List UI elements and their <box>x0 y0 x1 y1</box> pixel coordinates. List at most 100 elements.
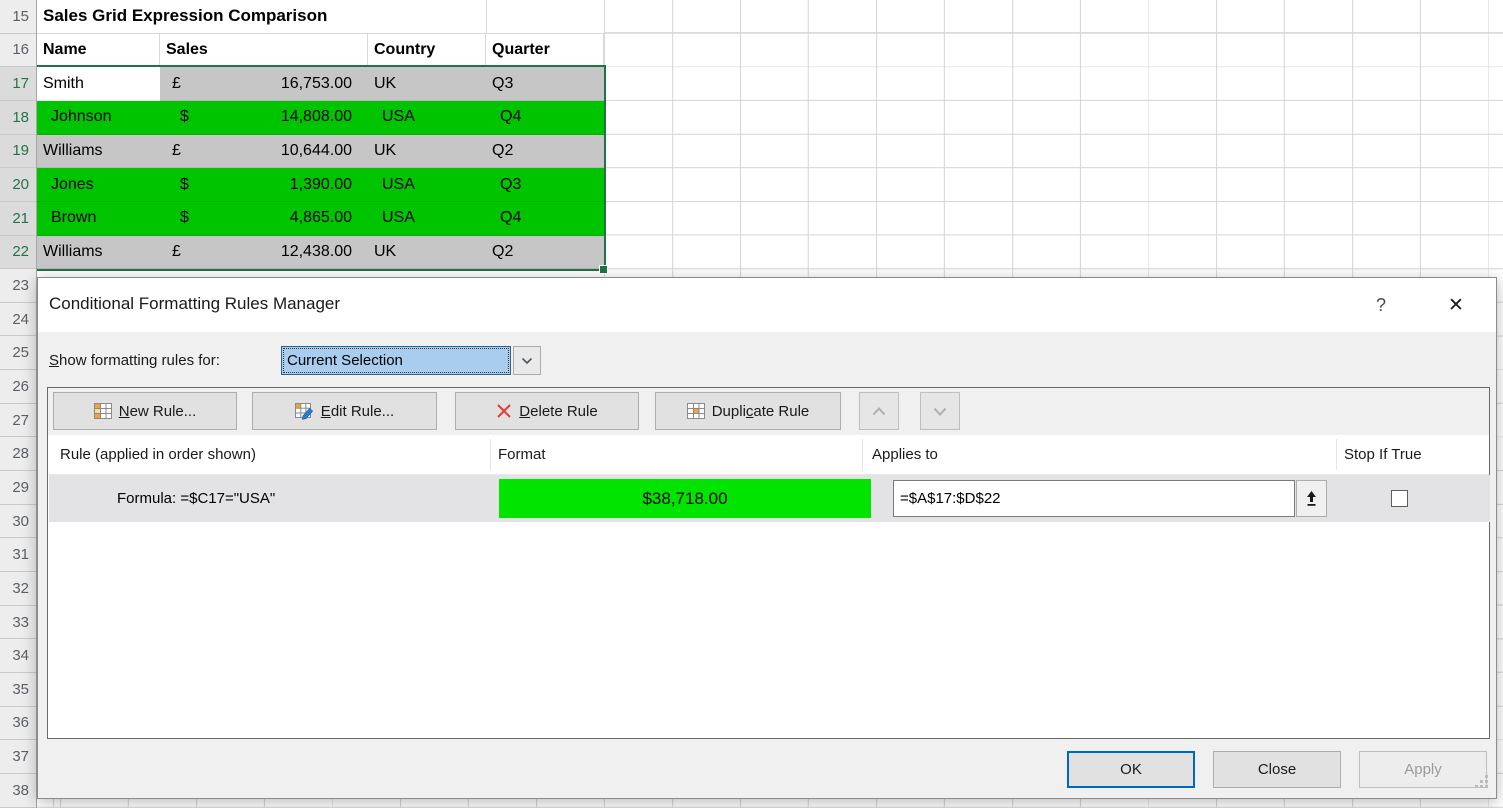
delete-rule-button[interactable]: Delete Rule <box>455 392 639 430</box>
row-header-16[interactable]: 16 <box>0 34 36 68</box>
cell-text: USA <box>368 108 415 126</box>
rule-row[interactable]: Formula: =$C17="USA" $38,718.00 =$A$17:$… <box>49 475 1490 522</box>
combobox-dropdown-button[interactable] <box>513 346 541 375</box>
move-rule-up-button[interactable] <box>859 392 899 430</box>
stop-if-true-checkbox[interactable] <box>1391 490 1408 507</box>
row-header-18[interactable]: 18 <box>0 101 36 135</box>
cell-name-19[interactable]: Williams <box>37 135 160 169</box>
new-rule-label: New Rule... <box>119 403 197 420</box>
row-header-26[interactable]: 26 <box>0 370 36 404</box>
duplicate-rule-label: Duplicate Rule <box>712 403 810 420</box>
row-header-24[interactable]: 24 <box>0 303 36 337</box>
row-header-38[interactable]: 38 <box>0 774 36 808</box>
show-rules-combobox[interactable]: Current Selection <box>281 346 511 375</box>
cell-name-21[interactable]: Brown <box>37 202 160 236</box>
duplicate-rule-button[interactable]: Duplicate Rule <box>655 392 841 430</box>
ok-button[interactable]: OK <box>1067 751 1195 788</box>
row-header-15[interactable]: 15 <box>0 0 36 34</box>
row-header-20[interactable]: 20 <box>0 168 36 202</box>
cell-country-19[interactable]: UK <box>368 135 486 169</box>
combobox-value: Current Selection <box>287 352 403 369</box>
cell-quarter-19[interactable]: Q2 <box>486 135 604 169</box>
row-header-25[interactable]: 25 <box>0 337 36 371</box>
row-header-33[interactable]: 33 <box>0 606 36 640</box>
apply-button[interactable]: Apply <box>1359 751 1487 788</box>
sheet-title: Sales Grid Expression Comparison <box>37 6 327 26</box>
cell-sales-21[interactable]: $4,865.00 <box>160 202 368 236</box>
cell-quarter-20[interactable]: Q3 <box>486 168 604 202</box>
row-header-27[interactable]: 27 <box>0 404 36 438</box>
row-header-19[interactable]: 19 <box>0 135 36 169</box>
cell-country-22[interactable]: UK <box>368 236 486 270</box>
help-icon[interactable]: ? <box>1366 290 1396 320</box>
cell-name-17[interactable]: Smith <box>37 67 160 101</box>
conditional-formatting-rules-manager-dialog: Conditional Formatting Rules Manager ? ✕… <box>37 277 1497 799</box>
row-header-23[interactable]: 23 <box>0 269 36 303</box>
rules-toolbar: New Rule... Edit Rule... Delete Rule <box>48 388 1489 435</box>
cell-name-22[interactable]: Williams <box>37 236 160 270</box>
applies-to-input[interactable]: =$A$17:$D$22 <box>893 480 1295 517</box>
duplicate-rule-table-icon <box>687 403 705 419</box>
rule-description: Formula: =$C17="USA" <box>117 475 275 522</box>
close-icon[interactable]: ✕ <box>1438 288 1474 322</box>
amount: 10,644.00 <box>281 142 352 160</box>
cell-quarter-22[interactable]: Q2 <box>486 236 604 270</box>
cell-text: Williams <box>37 243 103 261</box>
cell-quarter-17[interactable]: Q3 <box>486 67 604 101</box>
row-header-22[interactable]: 22 <box>0 236 36 270</box>
cell-text: USA <box>368 176 415 194</box>
cell-sales-17[interactable]: £16,753.00 <box>160 67 368 101</box>
cell-text: Brown <box>37 209 96 227</box>
row-header-28[interactable]: 28 <box>0 437 36 471</box>
amount: 12,438.00 <box>281 243 352 261</box>
selection-fill-handle[interactable] <box>599 265 608 274</box>
sheet-header-sales[interactable]: Sales <box>160 34 368 68</box>
amount: 14,808.00 <box>281 108 352 126</box>
cell-name-20[interactable]: Jones <box>37 168 160 202</box>
range-select-arrow-icon <box>1304 490 1319 507</box>
cell-country-21[interactable]: USA <box>368 202 486 236</box>
row-header-17[interactable]: 17 <box>0 67 36 101</box>
cell-sales-19[interactable]: £10,644.00 <box>160 135 368 169</box>
row-header-31[interactable]: 31 <box>0 538 36 572</box>
row-header-36[interactable]: 36 <box>0 707 36 741</box>
move-rule-down-button[interactable] <box>920 392 960 430</box>
dialog-titlebar[interactable]: Conditional Formatting Rules Manager ? ✕ <box>38 278 1496 332</box>
column-divider <box>1336 439 1337 470</box>
sheet-header-country[interactable]: Country <box>368 34 486 68</box>
column-divider <box>862 439 863 470</box>
edit-rule-button[interactable]: Edit Rule... <box>252 392 437 430</box>
sheet-row-15[interactable]: Sales Grid Expression Comparison <box>37 0 604 34</box>
sheet-row-16[interactable]: Name Sales Country Quarter <box>37 34 604 68</box>
cell-sales-18[interactable]: $14,808.00 <box>160 101 368 135</box>
cell-country-18[interactable]: USA <box>368 101 486 135</box>
row-header-29[interactable]: 29 <box>0 471 36 505</box>
cell-quarter-21[interactable]: Q4 <box>486 202 604 236</box>
close-button[interactable]: Close <box>1213 751 1341 788</box>
cell-sales-22[interactable]: £12,438.00 <box>160 236 368 270</box>
column-rule: Rule (applied in order shown) <box>60 435 256 474</box>
row-header-35[interactable]: 35 <box>0 673 36 707</box>
resize-grip-icon[interactable] <box>1485 775 1488 778</box>
sheet-header-name[interactable]: Name <box>37 34 160 68</box>
delete-rule-label: Delete Rule <box>519 403 597 420</box>
row-header-30[interactable]: 30 <box>0 505 36 539</box>
sheet-header-quarter[interactable]: Quarter <box>486 34 604 68</box>
cell-country-20[interactable]: USA <box>368 168 486 202</box>
row-header-37[interactable]: 37 <box>0 740 36 774</box>
row-header-32[interactable]: 32 <box>0 572 36 606</box>
dialog-title: Conditional Formatting Rules Manager <box>49 294 340 314</box>
rules-list-header: Rule (applied in order shown) Format App… <box>48 435 1489 475</box>
collapse-dialog-button[interactable] <box>1296 480 1327 517</box>
row-header-column: 1516171819202122232425262728293031323334… <box>0 0 37 808</box>
row-header-21[interactable]: 21 <box>0 202 36 236</box>
cell-name-18[interactable]: Johnson <box>37 101 160 135</box>
cell-text: Q4 <box>486 108 521 126</box>
new-rule-button[interactable]: New Rule... <box>53 392 237 430</box>
cell-country-17[interactable]: UK <box>368 67 486 101</box>
cell-quarter-18[interactable]: Q4 <box>486 101 604 135</box>
rules-list: New Rule... Edit Rule... Delete Rule <box>47 387 1490 739</box>
row-header-34[interactable]: 34 <box>0 639 36 673</box>
edit-rule-label: Edit Rule... <box>321 403 394 420</box>
cell-sales-20[interactable]: $1,390.00 <box>160 168 368 202</box>
